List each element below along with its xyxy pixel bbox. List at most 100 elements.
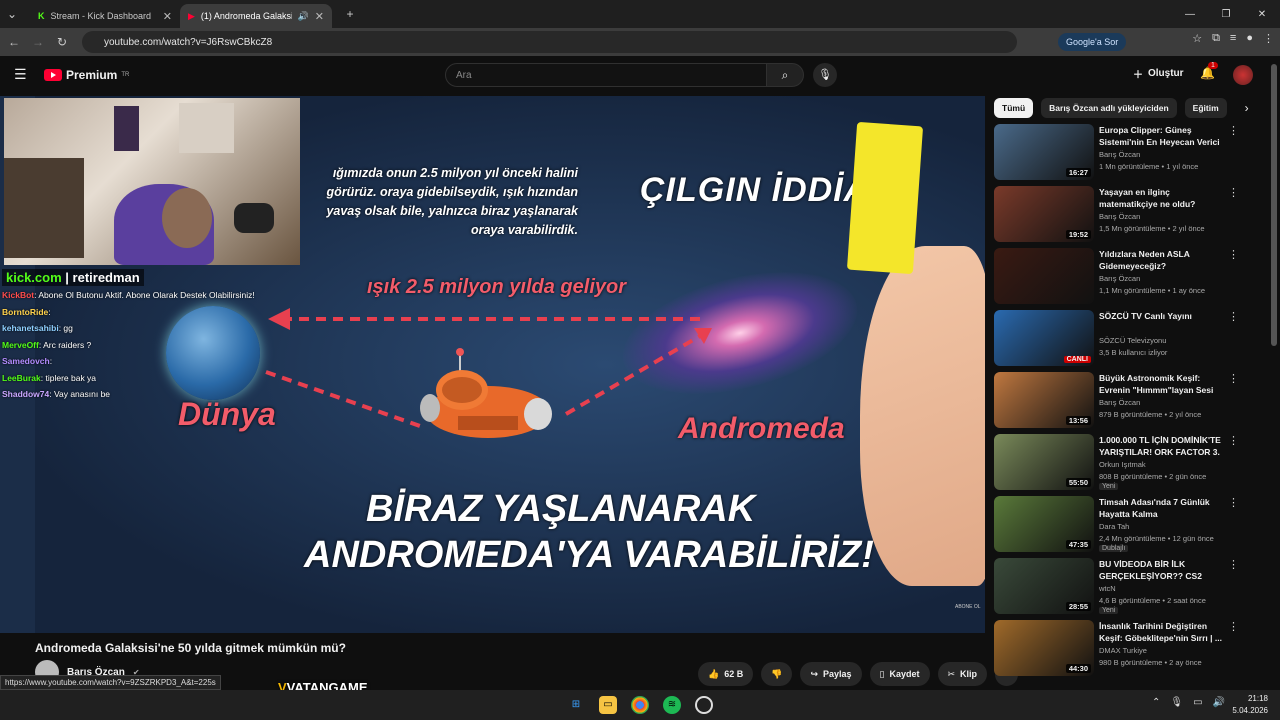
recommended-video[interactable]: Yıldızlara Neden ASLA Gidemeyeceğiz? Barı… xyxy=(994,248,1240,310)
create-button[interactable]: ＋ Oluştur xyxy=(1133,66,1184,81)
clip-button[interactable]: ✂ Klip xyxy=(937,662,988,686)
network-icon[interactable]: ▭ xyxy=(1193,697,1202,708)
back-icon[interactable]: ← xyxy=(2,35,26,49)
start-icon[interactable]: ⊞ xyxy=(567,696,585,714)
system-clock[interactable]: 21:18 5.04.2026 xyxy=(1232,693,1268,717)
notifications-button[interactable]: 🔔 1 xyxy=(1200,62,1218,80)
chip-uploader[interactable]: Barış Özcan adlı yükleyiciden xyxy=(1041,98,1177,118)
search-placeholder: Ara xyxy=(456,69,472,81)
recommended-channel[interactable]: Barış Özcan xyxy=(1099,274,1140,283)
recommended-video[interactable]: 28:55 BU VİDEODA BİR İLK GERÇEKLEŞİYOR?? … xyxy=(994,558,1240,620)
video-player[interactable]: ığımızda onun 2.5 milyon yıl önceki hali… xyxy=(0,96,985,633)
video-thumbnail[interactable]: 13:56 xyxy=(994,372,1094,428)
recommended-video[interactable]: 44:30 İnsanlık Tarihini Değiştiren Keşif:… xyxy=(994,620,1240,682)
video-thumbnail[interactable]: 44:30 xyxy=(994,620,1094,676)
url-field[interactable]: youtube.com/watch?v=J6RswCBkcZ8 xyxy=(82,31,1017,53)
more-options-icon[interactable]: ⋮ xyxy=(1228,248,1239,261)
chevron-up-icon[interactable]: ⌃ xyxy=(1152,697,1160,708)
more-options-icon[interactable]: ⋮ xyxy=(1228,558,1239,571)
recommended-channel[interactable]: Orkun Işıtmak xyxy=(1099,460,1146,469)
obs-icon[interactable] xyxy=(695,696,713,714)
youtube-logo[interactable]: Premium TR xyxy=(44,68,129,82)
recommended-title[interactable]: Yaşayan en ilginç matematikçiye ne oldu? xyxy=(1099,186,1224,210)
mic-tray-icon[interactable]: 🎙 xyxy=(1170,697,1183,708)
video-thumbnail[interactable] xyxy=(994,248,1094,304)
chevron-right-icon[interactable]: › xyxy=(1245,101,1249,115)
share-button[interactable]: ↪ Paylaş xyxy=(800,662,862,686)
video-thumbnail[interactable]: 19:52 xyxy=(994,186,1094,242)
google-sor-button[interactable]: Google'a Sor xyxy=(1058,33,1127,51)
speaker-icon[interactable]: 🔊 xyxy=(298,11,309,22)
chat-text: : tiplere bak ya xyxy=(40,372,97,383)
recommended-title[interactable]: Büyük Astronomik Keşif: Evrenin "Hımmm"l… xyxy=(1099,372,1224,396)
video-thumbnail[interactable]: 55:50 xyxy=(994,434,1094,490)
close-icon[interactable]: ✕ xyxy=(163,10,172,23)
recommended-video[interactable]: 16:27 Europa Clipper: Güneş Sistemi'nin E… xyxy=(994,124,1240,186)
voice-search-button[interactable]: 🎙 xyxy=(813,63,837,87)
close-window-icon[interactable]: ✕ xyxy=(1244,9,1280,20)
reload-icon[interactable]: ↻ xyxy=(50,35,74,49)
more-options-icon[interactable]: ⋮ xyxy=(1228,124,1239,137)
spotify-icon[interactable]: ≋ xyxy=(663,696,681,714)
recommended-channel[interactable]: wtcN xyxy=(1099,584,1116,593)
recommended-title[interactable]: İnsanlık Tarihini Değiştiren Keşif: Göbe… xyxy=(1099,620,1224,644)
more-options-icon[interactable]: ⋮ xyxy=(1228,310,1239,323)
page-scrollbar[interactable] xyxy=(1271,64,1277,346)
forward-icon[interactable]: → xyxy=(26,35,50,49)
recommended-video[interactable]: 13:56 Büyük Astronomik Keşif: Evrenin "Hı… xyxy=(994,372,1240,434)
video-thumbnail[interactable]: 28:55 xyxy=(994,558,1094,614)
chip-education[interactable]: Eğitim xyxy=(1184,98,1227,118)
tab-search-icon[interactable]: ⌄ xyxy=(0,7,24,21)
more-options-icon[interactable]: ⋮ xyxy=(1228,434,1239,447)
extensions-icon[interactable]: ⧉ xyxy=(1212,32,1220,45)
recommended-title[interactable]: Timsah Adası'nda 7 Günlük Hayatta Kalma xyxy=(1099,496,1224,520)
search-input[interactable]: Ara xyxy=(445,63,767,87)
recommended-video[interactable]: 55:50 1.000.000 TL İÇİN DOMİNİK'TE YARIŞT… xyxy=(994,434,1240,496)
chrome-icon[interactable] xyxy=(631,696,649,714)
recommended-video[interactable]: 19:52 Yaşayan en ilginç matematikçiye ne … xyxy=(994,186,1240,248)
search-button[interactable]: ⌕ xyxy=(766,63,804,87)
more-options-icon[interactable]: ⋮ xyxy=(1228,620,1239,633)
recommended-channel[interactable]: DMAX Turkiye xyxy=(1099,646,1147,655)
video-thumbnail[interactable]: 47:35 xyxy=(994,496,1094,552)
recommended-title[interactable]: SÖZCÜ TV Canlı Yayını xyxy=(1099,310,1224,322)
account-avatar[interactable] xyxy=(1233,65,1253,85)
menu-kebab-icon[interactable]: ⋮ xyxy=(1263,32,1274,45)
recommended-video[interactable]: 47:35 Timsah Adası'nda 7 Günlük Hayatta K… xyxy=(994,496,1240,558)
save-button[interactable]: ▯ Kaydet xyxy=(869,662,930,686)
minimize-icon[interactable]: — xyxy=(1172,9,1208,20)
recommended-meta: 4,6 B görüntüleme • 2 saat önce xyxy=(1099,596,1206,605)
chip-all[interactable]: Tümü xyxy=(994,98,1034,118)
recommended-channel[interactable]: Barış Özcan xyxy=(1099,212,1140,221)
file-explorer-icon[interactable]: ▭ xyxy=(599,696,617,714)
recommended-video[interactable]: CANLI SÖZCÜ TV Canlı Yayını SÖZCÜ Televizy… xyxy=(994,310,1240,372)
thumbs-up-icon: 👍 xyxy=(708,668,720,679)
hamburger-menu-icon[interactable]: ☰ xyxy=(14,66,27,83)
close-icon[interactable]: ✕ xyxy=(315,10,324,23)
volume-icon[interactable]: 🔊 xyxy=(1213,697,1225,708)
video-thumbnail[interactable]: 16:27 xyxy=(994,124,1094,180)
more-options-icon[interactable]: ⋮ xyxy=(1228,496,1239,509)
logo-text: Premium xyxy=(66,68,118,82)
reading-list-icon[interactable]: ≡ xyxy=(1230,32,1236,45)
more-options-icon[interactable]: ⋮ xyxy=(1228,372,1239,385)
video-thumbnail[interactable]: CANLI xyxy=(994,310,1094,366)
recommended-title[interactable]: BU VİDEODA BİR İLK GERÇEKLEŞİYOR?? CS2 F… xyxy=(1099,558,1224,582)
tab-kick-dashboard[interactable]: K Stream - Kick Dashboard ✕ xyxy=(30,4,180,28)
restore-icon[interactable]: ❐ xyxy=(1208,9,1244,20)
tab-youtube-video[interactable]: ▶ (1) Andromeda Galaksisi'ne 🔊 ✕ xyxy=(180,4,332,28)
chat-message: KickBot: Abone Ol Butonu Aktif. Abone Ol… xyxy=(2,287,262,304)
recommended-channel[interactable]: Barış Özcan xyxy=(1099,150,1140,159)
more-options-icon[interactable]: ⋮ xyxy=(1228,186,1239,199)
recommended-channel[interactable]: Dara Tah xyxy=(1099,522,1129,531)
recommended-channel[interactable]: Barış Özcan xyxy=(1099,398,1140,407)
profile-icon[interactable]: ● xyxy=(1246,32,1253,45)
recommended-channel[interactable]: SÖZCÜ Televizyonu xyxy=(1099,336,1166,345)
recommended-title[interactable]: Europa Clipper: Güneş Sistemi'nin En Hey… xyxy=(1099,124,1224,148)
dislike-button[interactable]: 👎 xyxy=(761,662,793,686)
new-tab-button[interactable]: + xyxy=(338,7,362,21)
recommended-title[interactable]: Yıldızlara Neden ASLA Gidemeyeceğiz? xyxy=(1099,248,1224,272)
like-button[interactable]: 👍 62 B xyxy=(698,662,754,686)
bookmark-star-icon[interactable]: ☆ xyxy=(1192,32,1202,45)
recommended-title[interactable]: 1.000.000 TL İÇİN DOMİNİK'TE YARIŞTILAR!… xyxy=(1099,434,1224,458)
